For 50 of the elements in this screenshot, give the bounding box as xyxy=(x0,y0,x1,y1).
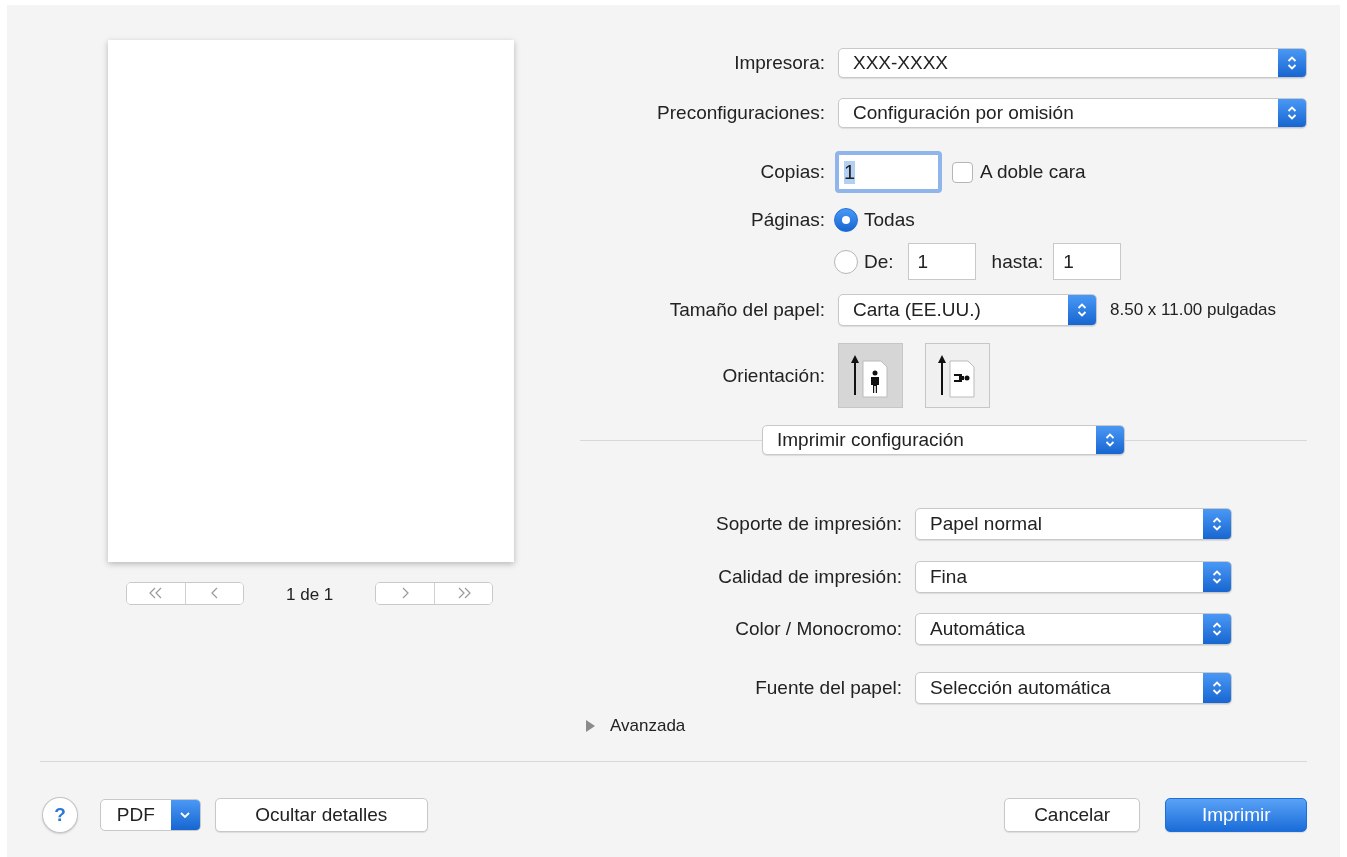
help-button[interactable]: ? xyxy=(42,797,78,833)
orientation-button[interactable] xyxy=(838,343,903,408)
field-label: Copias: xyxy=(759,161,825,183)
last-page-button[interactable] xyxy=(434,582,493,604)
checkbox-label: A doble cara xyxy=(980,161,1086,183)
radio-label: De: xyxy=(864,250,894,273)
pdf-menu-button[interactable]: PDF xyxy=(99,799,201,831)
hide-details-button[interactable]: Ocultar detalles xyxy=(214,798,428,832)
popup-menu[interactable]: Selección automática xyxy=(915,672,1232,704)
to-page-input-field[interactable]: 1 xyxy=(1053,243,1122,280)
popup-menu[interactable]: XXX-XXXX xyxy=(838,48,1307,78)
page-count: 1 de 1 xyxy=(286,585,334,605)
copies-input-field[interactable]: 1 xyxy=(835,151,942,193)
up-down-chevron-icon xyxy=(1105,432,1115,448)
up-down-chevron-icon xyxy=(1212,516,1222,532)
popup-menu[interactable]: Automática xyxy=(915,613,1232,645)
up-down-chevron-icon xyxy=(1212,680,1222,696)
field-label: Calidad de impresión: xyxy=(717,566,902,588)
orientation-button[interactable] xyxy=(925,343,990,408)
up-down-chevron-icon xyxy=(1077,302,1087,318)
field-label: Páginas: xyxy=(750,209,825,231)
checkbox[interactable] xyxy=(952,161,973,183)
field-label: Color / Monocromo: xyxy=(734,618,902,640)
popup-menu[interactable]: Configuración por omisión xyxy=(838,98,1307,128)
field-label: Impresora: xyxy=(733,52,825,74)
up-down-chevron-icon xyxy=(1287,55,1297,71)
up-down-chevron-icon xyxy=(1212,621,1222,637)
paper-dimensions: 8.50 x 11.00 pulgadas xyxy=(1110,300,1277,320)
popup-menu[interactable]: Fina xyxy=(915,561,1232,593)
popup-menu[interactable]: Imprimir configuración xyxy=(762,425,1125,455)
field-label: Preconfiguraciones: xyxy=(656,102,825,124)
up-down-chevron-icon xyxy=(1212,569,1222,585)
print-button[interactable]: Imprimir xyxy=(1165,798,1307,832)
chevron-down-icon xyxy=(180,811,191,819)
field-label: Orientación: xyxy=(721,364,825,387)
advanced-disclosure[interactable]: Avanzada xyxy=(585,716,686,736)
field-label: Tamaño del papel: xyxy=(668,299,825,321)
from-page-input-field[interactable]: 1 xyxy=(907,243,976,280)
popup-menu[interactable]: Papel normal xyxy=(915,508,1232,540)
field-label: Fuente del papel: xyxy=(754,677,902,699)
disclosure-triangle-icon xyxy=(585,720,596,732)
radio-label: Todas xyxy=(864,209,915,231)
up-down-chevron-icon xyxy=(1287,105,1297,121)
previous-page-button[interactable] xyxy=(185,582,243,604)
radio-button[interactable] xyxy=(834,249,858,274)
field-label: Soporte de impresión: xyxy=(715,513,902,535)
radio-button[interactable] xyxy=(834,208,858,232)
field-label: hasta: xyxy=(991,250,1044,273)
cancel-button[interactable]: Cancelar xyxy=(1003,798,1141,832)
popup-menu[interactable]: Carta (EE.UU.) xyxy=(838,294,1097,326)
